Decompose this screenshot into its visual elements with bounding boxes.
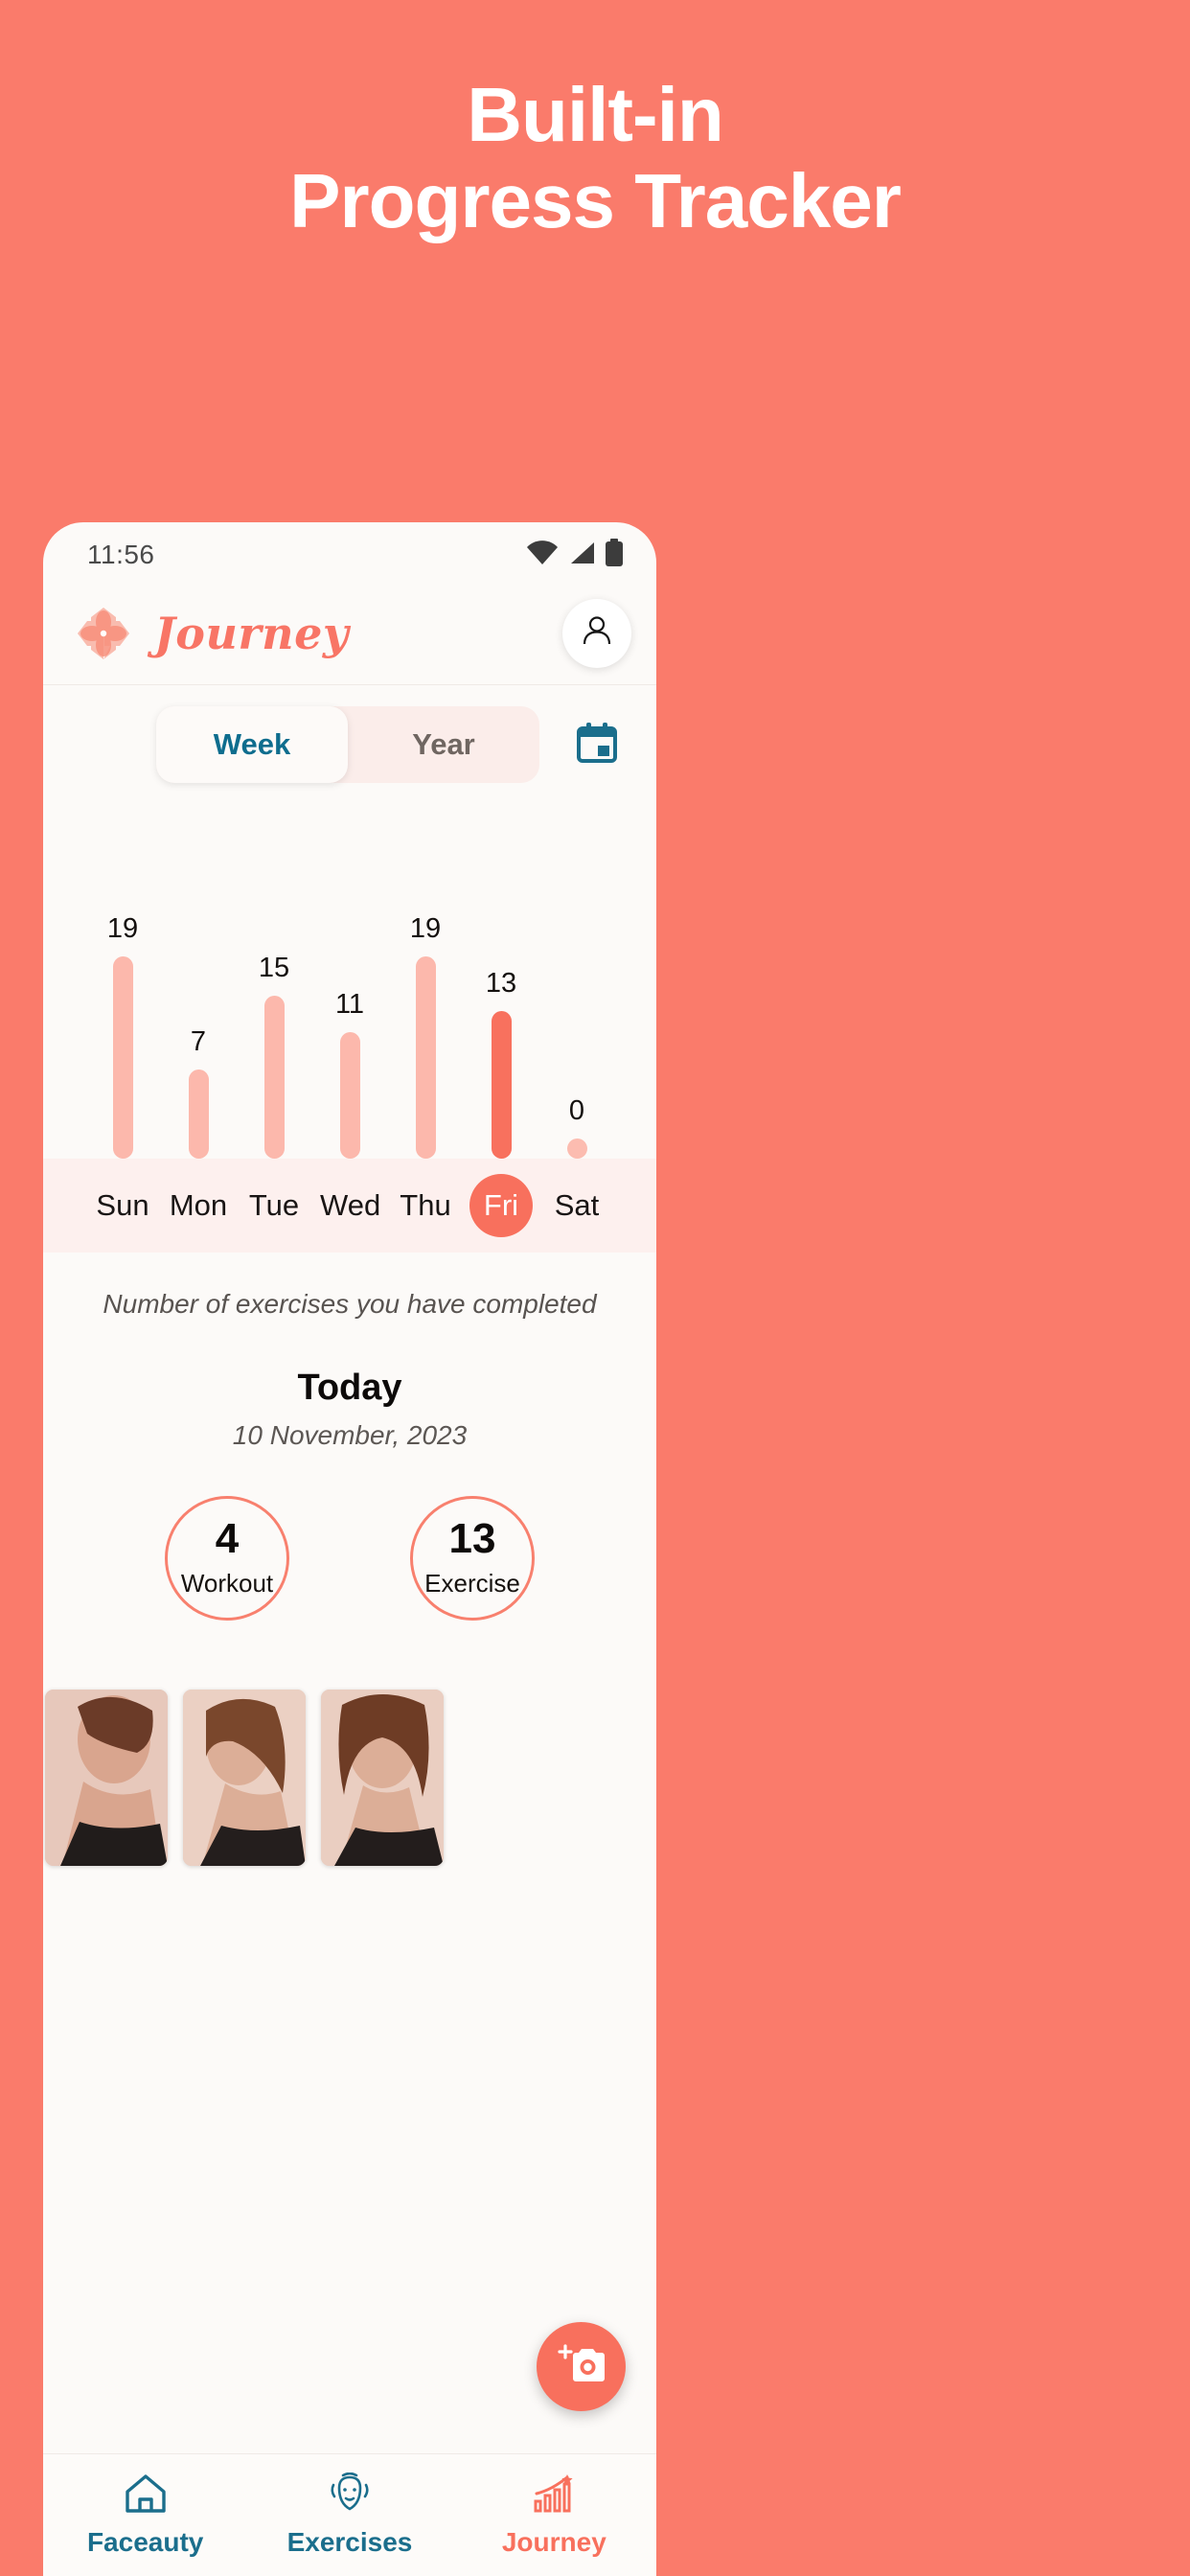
cellular-signal-icon: [567, 540, 596, 570]
nav-label-exercises: Exercises: [286, 2527, 413, 2557]
chart-bar-value-tue: 15: [258, 953, 290, 983]
app-brand-name: Journey: [154, 607, 350, 659]
bar-shape-fri: [491, 1011, 512, 1159]
battery-icon: [605, 538, 624, 572]
stat-workout-label: Workout: [180, 1569, 274, 1598]
bar-shape-mon: [188, 1070, 209, 1159]
stat-workout-value: 4: [215, 1515, 240, 1562]
nav-item-journey[interactable]: Journey: [452, 2472, 656, 2558]
day-label-sun[interactable]: Sun: [93, 1188, 152, 1223]
chart-bar-value-sun: 19: [106, 913, 139, 944]
bar-shape-sun: [112, 956, 133, 1159]
face-massage-icon: [327, 2472, 373, 2519]
today-heading: Today: [297, 1368, 402, 1408]
status-bar-icons: [526, 538, 624, 572]
nav-label-journey: Journey: [501, 2527, 606, 2557]
bar-shape-thu: [415, 956, 436, 1159]
chart-bar-value-sat: 0: [568, 1095, 585, 1126]
stat-exercise-label: Exercise: [424, 1569, 520, 1598]
day-label-sat[interactable]: Sat: [547, 1188, 606, 1223]
stat-exercise-value: 13: [448, 1515, 496, 1562]
person-avatar-icon: [578, 611, 616, 655]
bar-shape-tue: [263, 996, 285, 1159]
chart-bar-value-mon: 7: [190, 1026, 207, 1057]
weekly-exercise-bar-chart: 19 7 15 11 19 13 0: [43, 804, 656, 1159]
app-bar: Journey: [43, 582, 656, 685]
promo-headline-line-1: Built-in: [467, 72, 723, 157]
chart-caption: Number of exercises you have completed: [103, 1289, 597, 1319]
chart-bar-thu[interactable]: 19: [396, 804, 455, 1159]
stat-workout[interactable]: 4 Workout: [165, 1496, 289, 1621]
status-bar: 11:56: [43, 522, 656, 582]
progress-photo-side-profile[interactable]: [183, 1690, 306, 1866]
chart-bar-mon[interactable]: 7: [169, 804, 228, 1159]
day-label-tue[interactable]: Tue: [244, 1188, 304, 1223]
calendar-icon: [574, 720, 620, 770]
chart-bar-sun[interactable]: 19: [93, 804, 152, 1159]
today-date: 10 November, 2023: [232, 1420, 468, 1450]
day-label-wed[interactable]: Wed: [320, 1188, 380, 1223]
today-stats: 4 Workout 13 Exercise: [43, 1496, 656, 1621]
chart-bar-sat[interactable]: 0: [547, 804, 606, 1159]
period-selector-row: Week Year: [43, 685, 656, 804]
day-label-thu[interactable]: Thu: [396, 1188, 455, 1223]
chart-bar-value-fri: 13: [485, 968, 517, 999]
day-label-mon[interactable]: Mon: [169, 1188, 228, 1223]
add-photo-fab[interactable]: [537, 2322, 626, 2411]
nav-item-exercises[interactable]: Exercises: [247, 2472, 451, 2558]
wifi-icon: [526, 540, 559, 570]
tab-week[interactable]: Week: [156, 706, 348, 783]
progress-photo-looking-down[interactable]: [321, 1690, 444, 1866]
bar-chart-star-icon: [531, 2472, 577, 2519]
home-icon: [123, 2472, 169, 2519]
period-segmented-control[interactable]: Week Year: [156, 706, 539, 783]
status-bar-clock: 11:56: [87, 540, 155, 569]
chart-bar-value-thu: 19: [409, 913, 442, 944]
tab-year[interactable]: Year: [348, 706, 539, 783]
chart-bar-wed[interactable]: 11: [320, 804, 379, 1159]
lotus-flower-logo: [74, 604, 133, 663]
chart-bar-fri[interactable]: 13: [471, 804, 531, 1159]
chart-bar-tue[interactable]: 15: [244, 804, 304, 1159]
bar-shape-wed: [339, 1032, 360, 1159]
day-label-fri[interactable]: Fri: [471, 1188, 531, 1223]
progress-photo-strip: [43, 1690, 656, 1866]
add-photo-camera-icon: [557, 2343, 606, 2390]
profile-avatar-button[interactable]: [562, 598, 631, 668]
bottom-navigation: Faceauty Exercises Journey: [43, 2453, 656, 2576]
calendar-button[interactable]: [572, 720, 622, 770]
promo-headline-line-2: Progress Tracker: [289, 158, 902, 243]
stat-exercise[interactable]: 13 Exercise: [410, 1496, 535, 1621]
bar-shape-sat: [566, 1138, 587, 1159]
chart-bar-value-wed: 11: [334, 989, 365, 1020]
promo-headline: Built-in Progress Tracker: [0, 0, 1190, 242]
chart-day-labels: Sun Mon Tue Wed Thu Fri Sat: [43, 1159, 656, 1253]
chart-bars: 19 7 15 11 19 13 0: [76, 804, 624, 1159]
nav-label-faceauty: Faceauty: [86, 2527, 204, 2557]
phone-mockup: 11:56 Journey Week Year 19 7 15 11 19 13…: [43, 522, 656, 2576]
nav-item-faceauty[interactable]: Faceauty: [43, 2472, 247, 2558]
progress-photo-chin-up[interactable]: [45, 1690, 168, 1866]
